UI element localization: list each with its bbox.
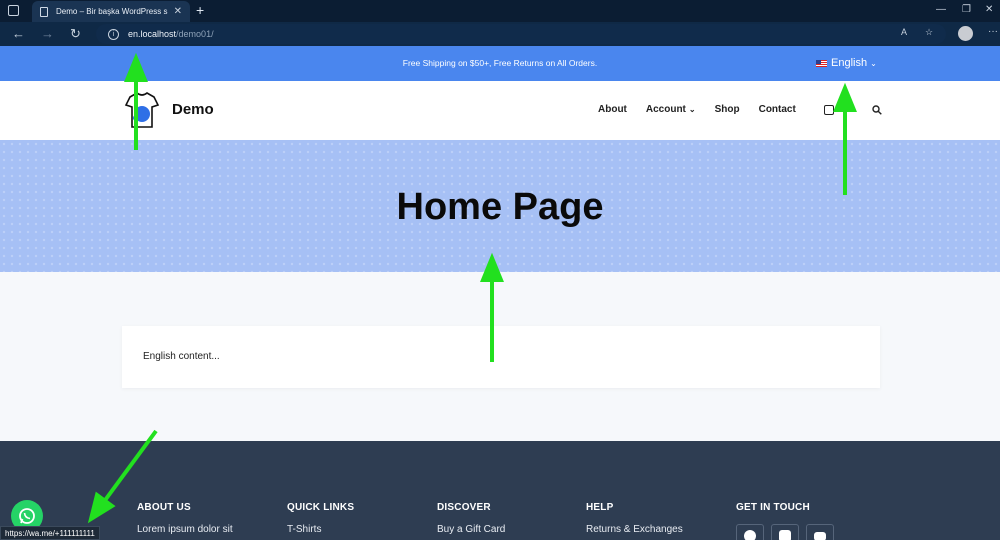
footer-heading-contact: GET IN TOUCH bbox=[736, 502, 810, 513]
profile-icon[interactable] bbox=[958, 26, 973, 41]
tshirt-logo-icon[interactable] bbox=[122, 90, 162, 130]
link-status-bar: https://wa.me/+111111111 bbox=[0, 526, 100, 540]
footer-about-text: Lorem ipsum dolor sit bbox=[137, 524, 233, 535]
tab-title: Demo – Bir başka WordPress sit bbox=[56, 7, 168, 16]
nav-account[interactable]: Account ⌄ bbox=[646, 104, 696, 115]
footer-link-tshirts[interactable]: T-Shirts bbox=[287, 524, 354, 535]
social-links bbox=[736, 524, 841, 540]
footer-link-gift-card[interactable]: Buy a Gift Card bbox=[437, 524, 505, 535]
cart-icon[interactable] bbox=[824, 105, 834, 115]
site-footer: ABOUT US Lorem ipsum dolor sit QUICK LIN… bbox=[0, 441, 1000, 540]
reload-icon[interactable]: ↻ bbox=[70, 26, 81, 42]
footer-link-returns[interactable]: Returns & Exchanges bbox=[586, 524, 683, 535]
more-icon[interactable]: ··· bbox=[988, 26, 998, 37]
chevron-down-icon: ⌄ bbox=[870, 58, 877, 68]
browser-tab-bar: Demo – Bir başka WordPress sit ✕ + — ❐ ✕ bbox=[0, 0, 1000, 22]
site-title[interactable]: Demo bbox=[172, 101, 214, 118]
nav-about[interactable]: About bbox=[598, 104, 627, 115]
language-switcher[interactable]: English ⌄ bbox=[816, 57, 877, 69]
footer-heading-help: HELP bbox=[586, 502, 614, 513]
page-title: Home Page bbox=[396, 186, 604, 228]
facebook-icon[interactable] bbox=[736, 524, 764, 540]
footer-heading-about: ABOUT US bbox=[137, 502, 191, 513]
language-label: English bbox=[831, 57, 868, 69]
footer-col-discover: DISCOVER Buy a Gift Card bbox=[437, 502, 505, 535]
nav-shop[interactable]: Shop bbox=[715, 104, 740, 115]
instagram-icon[interactable] bbox=[771, 524, 799, 540]
footer-col-about: ABOUT US Lorem ipsum dolor sit bbox=[137, 502, 233, 535]
plus-icon[interactable]: + bbox=[196, 2, 204, 18]
browser-menu-icon[interactable] bbox=[8, 5, 19, 16]
main-nav: About Account ⌄ Shop Contact bbox=[598, 104, 815, 115]
youtube-icon[interactable] bbox=[806, 524, 834, 540]
minimize-icon[interactable]: — bbox=[936, 4, 946, 15]
content-text: English content... bbox=[143, 351, 220, 362]
back-icon[interactable]: ← bbox=[12, 26, 25, 41]
us-flag-icon bbox=[816, 59, 827, 67]
footer-heading-quick-links: QUICK LINKS bbox=[287, 502, 355, 513]
footer-col-help: HELP Returns & Exchanges bbox=[586, 502, 683, 535]
whatsapp-icon bbox=[19, 508, 35, 524]
address-bar: ← → ↻ i en.localhost/demo01/ A ☆ bbox=[0, 22, 1000, 46]
promo-topbar: Free Shipping on $50+, Free Returns on A… bbox=[0, 46, 1000, 81]
info-icon[interactable]: i bbox=[108, 28, 119, 40]
nav-account-label: Account bbox=[645, 104, 686, 115]
forward-icon[interactable]: → bbox=[41, 26, 54, 41]
footer-col-quick-links: QUICK LINKS T-Shirts bbox=[287, 502, 354, 535]
url-input[interactable]: i en.localhost/demo01/ bbox=[96, 24, 946, 44]
chevron-down-icon: ⌄ bbox=[688, 105, 696, 114]
site-header: Demo About Account ⌄ Shop Contact bbox=[0, 81, 1000, 140]
footer-col-contact: GET IN TOUCH bbox=[736, 502, 841, 540]
search-icon[interactable] bbox=[872, 105, 882, 115]
hero-banner: Home Page bbox=[0, 140, 1000, 272]
close-window-icon[interactable]: ✕ bbox=[985, 4, 993, 15]
browser-tab[interactable]: Demo – Bir başka WordPress sit ✕ bbox=[32, 1, 190, 22]
close-icon[interactable]: ✕ bbox=[174, 6, 182, 17]
nav-contact[interactable]: Contact bbox=[759, 104, 796, 115]
favorite-icon[interactable]: ☆ bbox=[925, 27, 933, 38]
footer-heading-discover: DISCOVER bbox=[437, 502, 491, 513]
maximize-icon[interactable]: ❐ bbox=[962, 4, 971, 15]
page-icon bbox=[40, 6, 48, 17]
url-path: /demo01/ bbox=[176, 29, 214, 39]
url-host: en.localhost bbox=[128, 29, 177, 39]
content-card: English content... bbox=[122, 326, 880, 388]
read-aloud-icon[interactable]: A bbox=[901, 27, 907, 37]
